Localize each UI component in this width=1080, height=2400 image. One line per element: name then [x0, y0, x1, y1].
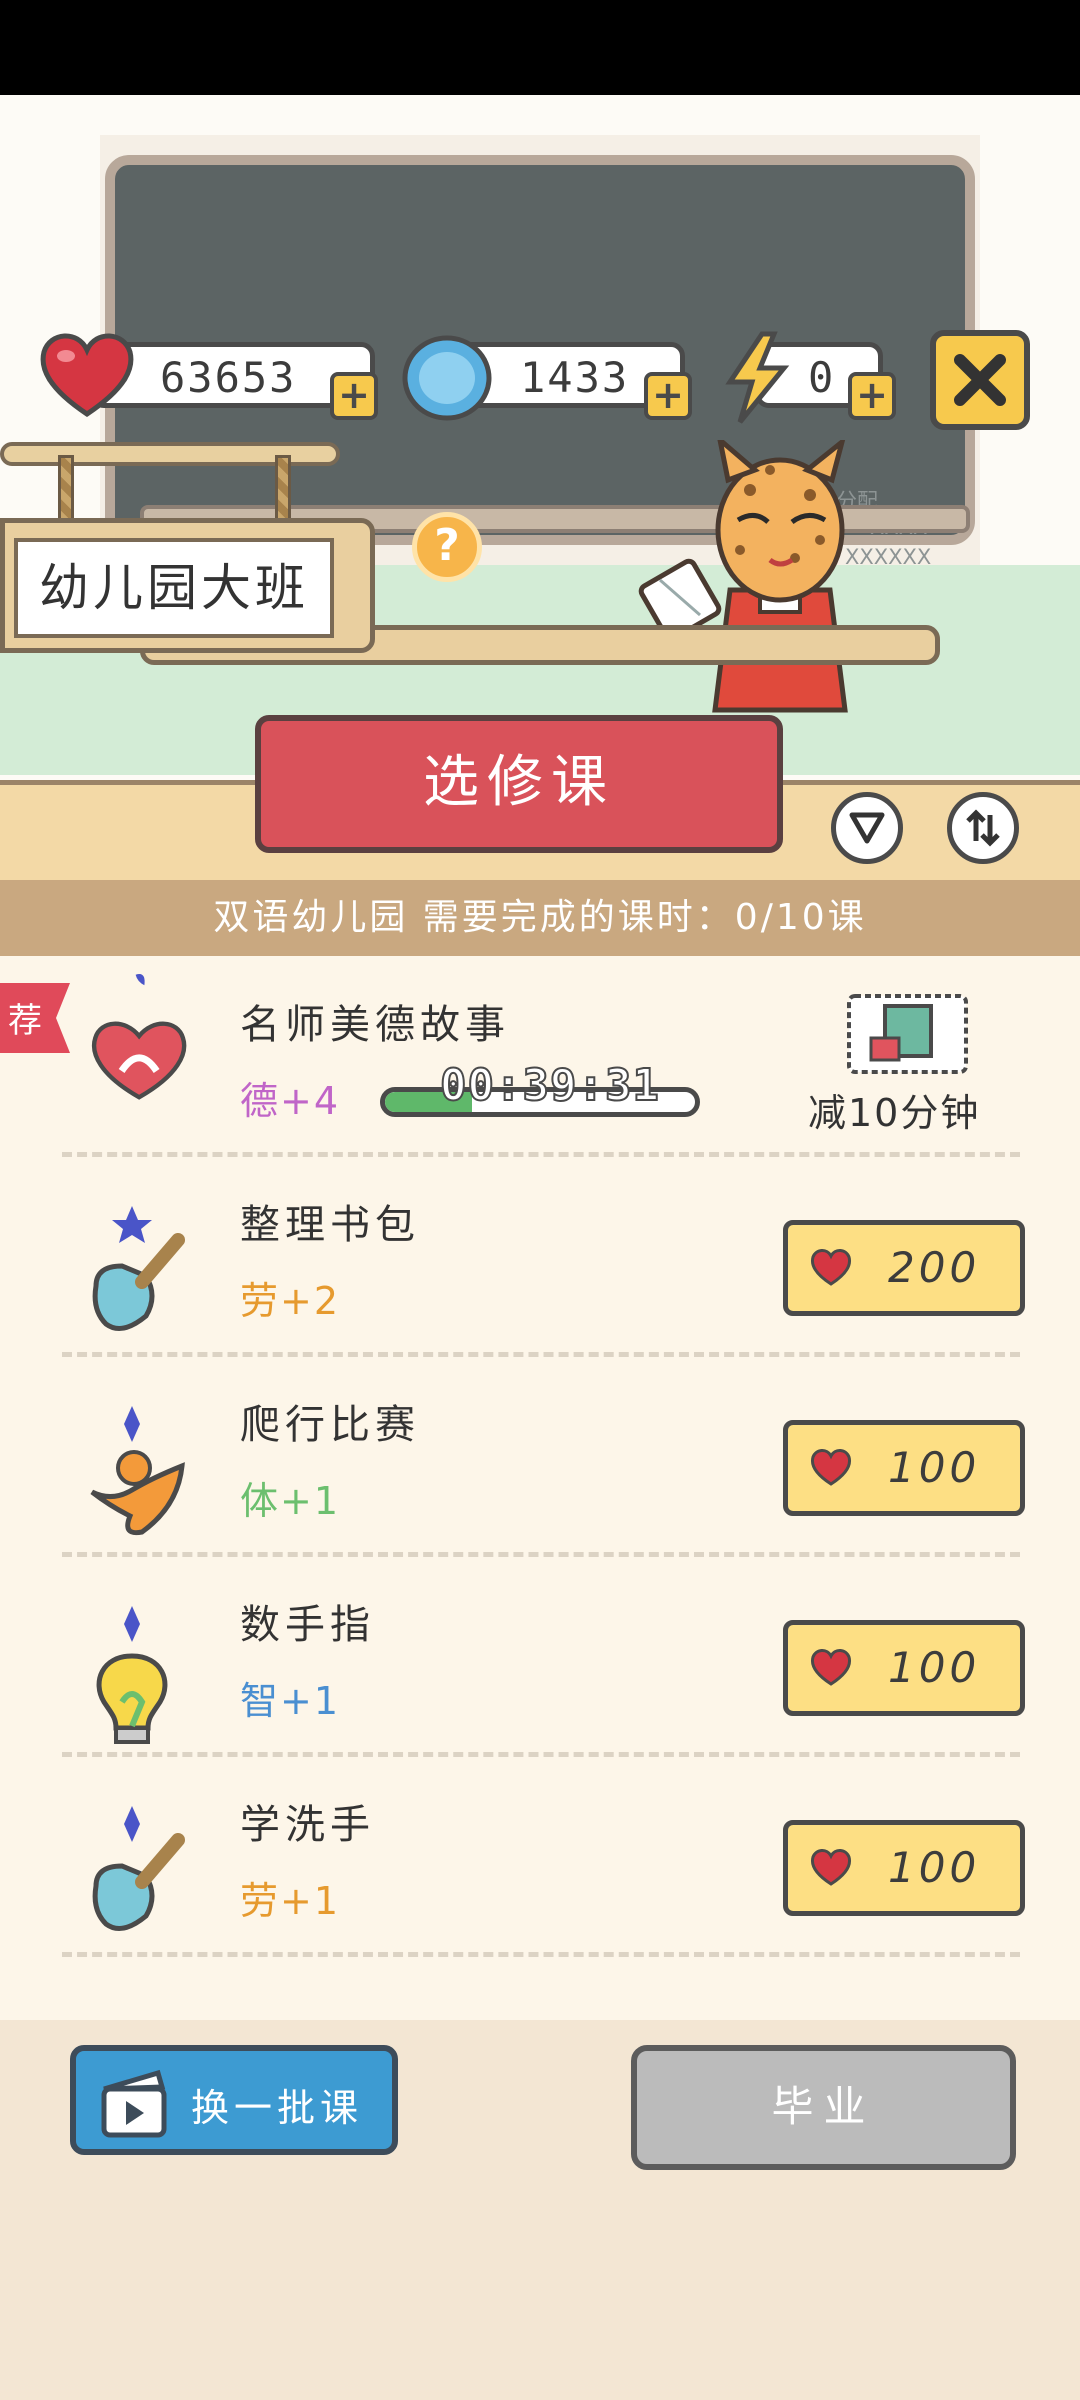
leopard-teacher: [638, 440, 848, 713]
course-requirement: 双语幼儿园 需要完成的课时：0/10课: [0, 880, 1080, 956]
add-hearts-button[interactable]: +: [330, 372, 378, 420]
price-value: 100: [888, 1443, 981, 1492]
course-stat: 德+4: [240, 1079, 341, 1123]
shovel-icon: [92, 1806, 185, 1931]
heart-icon: [811, 1649, 851, 1686]
sort-icon: [966, 809, 1000, 847]
recommended-label: 荐: [8, 1001, 42, 1041]
sort-button[interactable]: [947, 792, 1019, 864]
rope-left: [58, 455, 74, 525]
class-name: 幼儿园大班: [14, 538, 334, 638]
add-coins-button[interactable]: +: [644, 372, 692, 420]
course-stat: 劳+2: [240, 1279, 341, 1323]
shovel-icon: [92, 1206, 185, 1331]
course-row-4[interactable]: 学洗手 劳+1 100: [0, 1756, 1080, 1957]
lightning-icon: [725, 331, 790, 424]
refresh-courses-button[interactable]: 换一批课: [70, 2045, 398, 2155]
course-timer: 00:39:31: [439, 1059, 660, 1112]
coins-value: 1433: [520, 353, 630, 402]
buy-course-button[interactable]: 100: [783, 1820, 1025, 1916]
blue-coin-icon: [402, 335, 492, 421]
graduate-button[interactable]: 毕业: [631, 2045, 1016, 2170]
course-name: 学洗手: [240, 1802, 375, 1848]
refresh-label: 换一批课: [191, 2086, 364, 2130]
buy-course-button[interactable]: 200: [783, 1220, 1025, 1316]
filter-icon: [849, 812, 885, 844]
course-name: 数手指: [240, 1602, 375, 1648]
buy-course-button[interactable]: 100: [783, 1420, 1025, 1516]
heart-icon: [811, 1849, 851, 1886]
course-row-1[interactable]: 整理书包 劳+2 200: [0, 1156, 1080, 1357]
close-icon: [954, 354, 1006, 406]
add-energy-button[interactable]: +: [848, 372, 896, 420]
video-clapper-icon: [101, 2069, 167, 2138]
book-ticket-icon: [847, 994, 968, 1074]
course-name: 整理书包: [240, 1202, 420, 1248]
energy-value: 0: [808, 353, 836, 402]
reward-label: 减10分钟: [808, 1091, 981, 1135]
course-stat: 智+1: [240, 1679, 341, 1723]
price-value: 100: [888, 1643, 981, 1692]
rope-right: [275, 455, 291, 525]
course-name: 爬行比赛: [240, 1402, 420, 1448]
course-stat: 体+1: [240, 1479, 341, 1523]
price-value: 100: [888, 1843, 981, 1892]
course-stat: 劳+1: [240, 1879, 341, 1923]
filter-button[interactable]: [831, 792, 903, 864]
featured-course-row[interactable]: 名师美德故事 德+4 减10分钟: [0, 956, 1080, 1157]
heart-icon: [811, 1449, 851, 1486]
help-button[interactable]: ?: [412, 512, 482, 582]
row-divider: [62, 1952, 1020, 1957]
heart-icon: [811, 1249, 851, 1286]
status-bar: [0, 0, 1080, 95]
running-figure-icon: [90, 1406, 185, 1536]
price-value: 200: [888, 1243, 981, 1292]
course-row-3[interactable]: 数手指 智+1 100: [0, 1556, 1080, 1757]
virtue-heart-icon: [92, 974, 187, 1100]
lightbulb-icon: [96, 1606, 168, 1744]
page-title: 选修课: [255, 715, 783, 853]
course-name: 名师美德故事: [240, 1002, 510, 1048]
close-button[interactable]: [930, 330, 1030, 430]
buy-course-button[interactable]: 100: [783, 1620, 1025, 1716]
course-row-2[interactable]: 爬行比赛 体+1 100: [0, 1356, 1080, 1557]
heart-icon: [40, 333, 134, 418]
hearts-value: 63653: [160, 353, 297, 402]
